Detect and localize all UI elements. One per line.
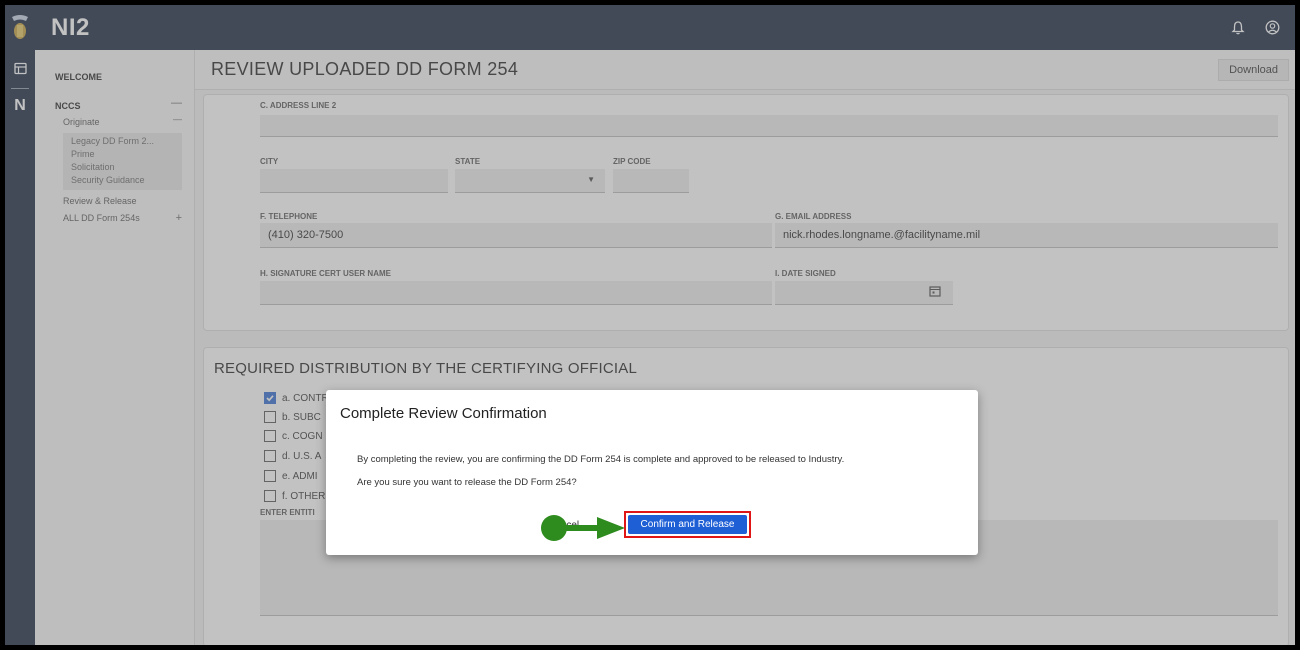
confirm-and-release-button[interactable]: Confirm and Release <box>628 515 747 534</box>
dialog-title: Complete Review Confirmation <box>340 405 547 422</box>
dialog-question: Are you sure you want to release the DD … <box>357 477 577 488</box>
confirm-highlight-box: Confirm and Release <box>624 511 751 538</box>
pointer-arrow-icon <box>541 515 625 541</box>
confirmation-dialog: Complete Review Confirmation By completi… <box>326 390 978 555</box>
app-frame: NI2 N WELCOME NCCS — Originate — Legacy <box>5 5 1295 645</box>
dialog-message: By completing the review, you are confir… <box>357 454 845 465</box>
